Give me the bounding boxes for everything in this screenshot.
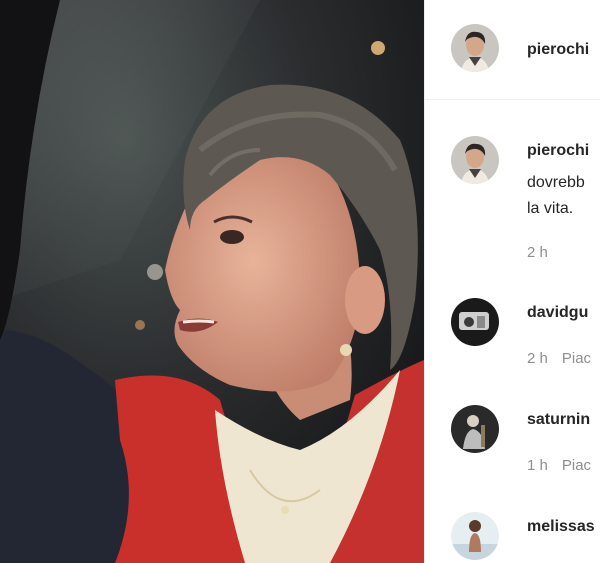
caption-text-line-2: la vita. [527, 200, 574, 217]
commenter-username[interactable]: melissas [527, 518, 595, 536]
comment-item: melissas [425, 512, 600, 563]
commenter-avatar-icon [451, 512, 499, 560]
caption-text-line-1: dovrebb [527, 174, 585, 191]
post-photo[interactable] [0, 0, 424, 563]
caption-author-avatar[interactable] [451, 136, 499, 184]
post-author-username[interactable]: pierochi [527, 41, 589, 59]
commenter-avatar[interactable] [451, 405, 499, 453]
post-header: pierochi [425, 0, 600, 100]
commenter-avatar[interactable] [451, 298, 499, 346]
comment-meta: 1 h Piac [527, 457, 591, 474]
comment-timestamp[interactable]: 2 h [527, 350, 548, 367]
commenter-avatar[interactable] [451, 512, 499, 560]
commenter-avatar-icon [451, 298, 499, 346]
comment-like-button[interactable]: Piac [562, 350, 591, 367]
comment-timestamp[interactable]: 1 h [527, 457, 548, 474]
comment-like-button[interactable]: Piac [562, 457, 591, 474]
author-avatar[interactable] [451, 24, 499, 72]
commenter-avatar-icon [451, 405, 499, 453]
caption-author-username[interactable]: pierochi [527, 142, 589, 160]
post-photo-image [0, 0, 424, 563]
comment-item: saturnin 1 h Piac [425, 405, 600, 485]
caption-timestamp[interactable]: 2 h [527, 244, 548, 261]
author-avatar-icon [451, 136, 499, 184]
post-sidebar: pierochi pierochi dovrebb la vita. 2 h d… [424, 0, 600, 563]
author-avatar-icon [451, 24, 499, 72]
comment-meta: 2 h Piac [527, 350, 591, 367]
commenter-username[interactable]: saturnin [527, 411, 590, 429]
commenter-username[interactable]: davidgu [527, 304, 588, 322]
post-caption: pierochi dovrebb la vita. 2 h [425, 136, 600, 276]
comment-item: davidgu 2 h Piac [425, 298, 600, 378]
